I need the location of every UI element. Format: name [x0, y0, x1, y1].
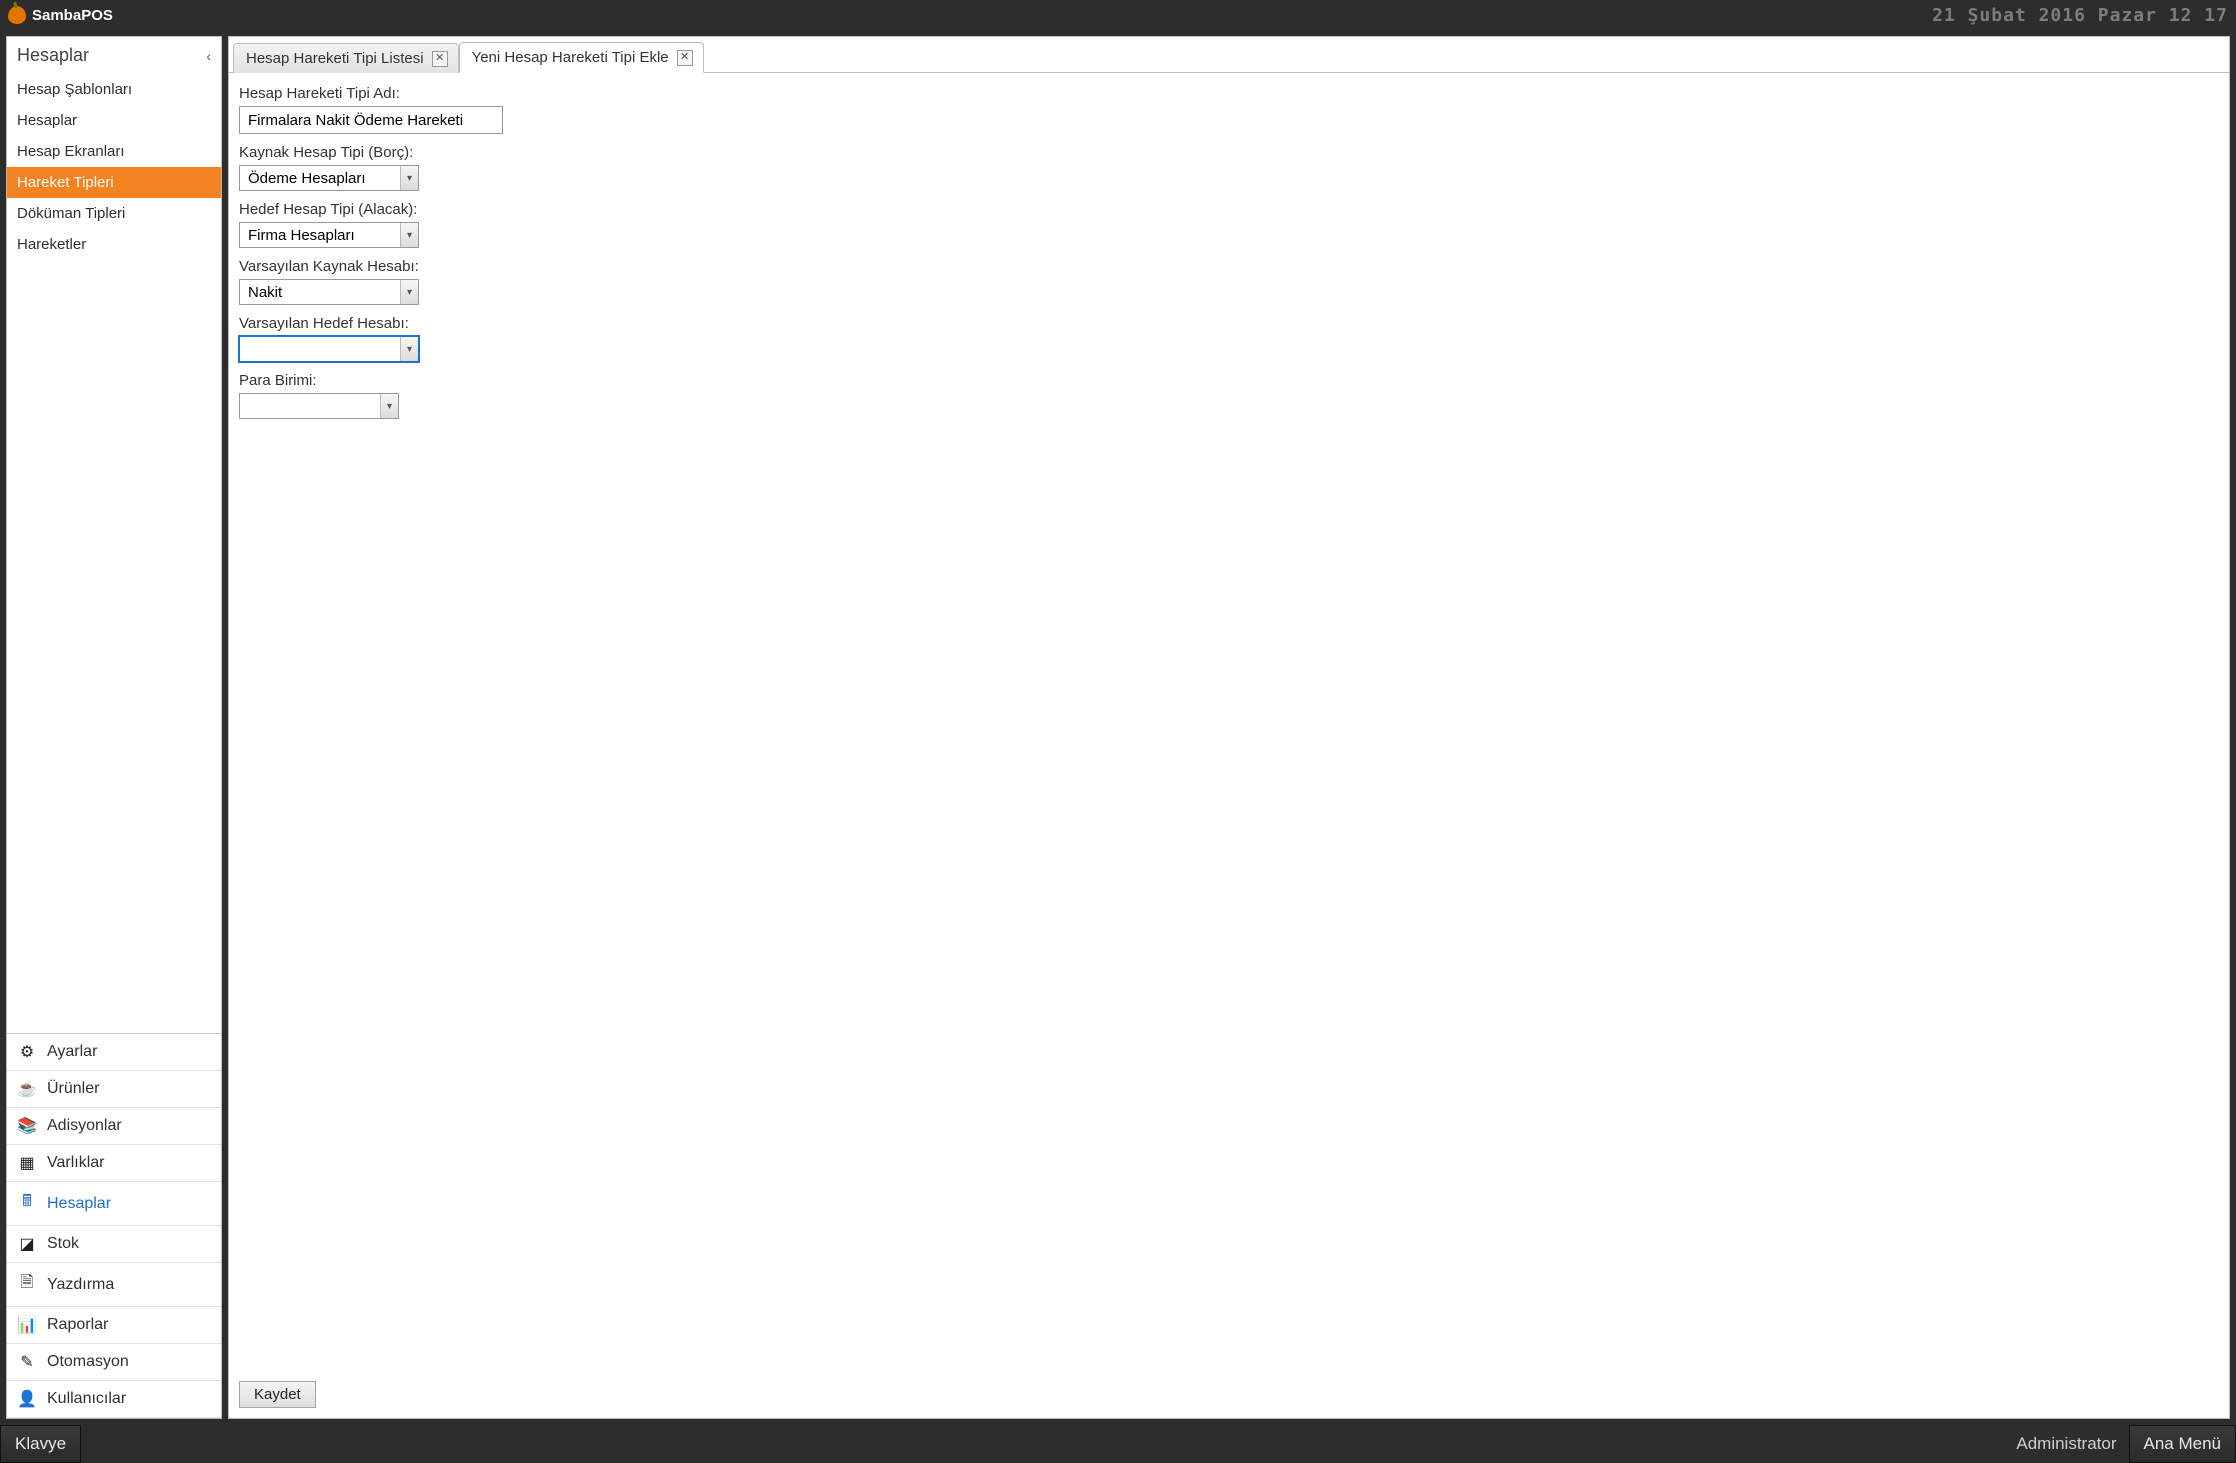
stock-icon	[17, 1234, 37, 1254]
tab-label: Yeni Hesap Hareketi Tipi Ekle	[472, 49, 669, 66]
chevron-left-icon[interactable]: ‹	[206, 48, 211, 64]
save-button[interactable]: Kaydet	[239, 1381, 316, 1408]
row-default-target: Varsayılan Hedef Hesabı: ▾	[239, 315, 2219, 362]
select-value[interactable]	[240, 337, 400, 361]
row-default-source: Varsayılan Kaynak Hesabı: ▾	[239, 258, 2219, 305]
titlebar: SambaPOS 21 Şubat 2016 Pazar 12 17	[0, 0, 2236, 30]
nav-label: Raporlar	[47, 1316, 108, 1334]
footer: Klavye Administrator Ana Menü	[0, 1425, 2236, 1463]
sidebar-item-hesap-ekranlari[interactable]: Hesap Ekranları	[7, 136, 221, 167]
main-menu-button[interactable]: Ana Menü	[2129, 1425, 2236, 1463]
select-currency[interactable]: ▾	[239, 393, 399, 419]
row-target-type: Hedef Hesap Tipi (Alacak): ▾	[239, 201, 2219, 248]
tab-hareket-tipi-listesi[interactable]: Hesap Hareketi Tipi Listesi ✕	[233, 43, 459, 73]
keyboard-button[interactable]: Klavye	[0, 1425, 81, 1463]
users-icon	[17, 1389, 37, 1409]
sidebar: Hesaplar ‹ Hesap Şablonları Hesaplar Hes…	[6, 36, 222, 1419]
app-logo: SambaPOS	[8, 6, 113, 24]
workspace: Hesaplar ‹ Hesap Şablonları Hesaplar Hes…	[0, 30, 2236, 1425]
close-icon[interactable]: ✕	[677, 50, 693, 66]
row-source-type: Kaynak Hesap Tipi (Borç): ▾	[239, 144, 2219, 191]
sidebar-title: Hesaplar	[17, 45, 89, 66]
print-icon	[17, 1271, 37, 1298]
automation-icon	[17, 1352, 37, 1372]
select-source-type[interactable]: ▾	[239, 165, 419, 191]
nav-label: Ürünler	[47, 1080, 99, 1098]
label-default-source: Varsayılan Kaynak Hesabı:	[239, 258, 2219, 275]
gear-icon	[17, 1042, 37, 1062]
books-icon	[17, 1116, 37, 1136]
form-area: Hesap Hareketi Tipi Adı: Kaynak Hesap Ti…	[229, 73, 2229, 1418]
chevron-down-icon[interactable]: ▾	[400, 166, 418, 190]
nav-label: Ayarlar	[47, 1043, 97, 1061]
sidebar-item-hesaplar[interactable]: Hesaplar	[7, 105, 221, 136]
label-source-type: Kaynak Hesap Tipi (Borç):	[239, 144, 2219, 161]
nav-label: Kullanıcılar	[47, 1390, 126, 1408]
grid-icon	[17, 1153, 37, 1173]
nav-label: Adisyonlar	[47, 1117, 122, 1135]
select-default-source[interactable]: ▾	[239, 279, 419, 305]
label-target-type: Hedef Hesap Tipi (Alacak):	[239, 201, 2219, 218]
nav-kullanicilar[interactable]: Kullanıcılar	[7, 1381, 221, 1418]
chevron-down-icon[interactable]: ▾	[380, 394, 398, 418]
select-value[interactable]	[240, 223, 400, 247]
row-currency: Para Birimi: ▾	[239, 372, 2219, 419]
tabstrip: Hesap Hareketi Tipi Listesi ✕ Yeni Hesap…	[229, 37, 2229, 73]
close-icon[interactable]: ✕	[432, 51, 448, 67]
chevron-down-icon[interactable]: ▾	[400, 337, 418, 361]
select-value[interactable]	[240, 394, 380, 418]
nav-adisyonlar[interactable]: Adisyonlar	[7, 1108, 221, 1145]
tab-yeni-hareket-tipi[interactable]: Yeni Hesap Hareketi Tipi Ekle ✕	[459, 42, 704, 73]
nav-label: Varlıklar	[47, 1154, 105, 1172]
nav-stok[interactable]: Stok	[7, 1226, 221, 1263]
sidebar-item-hesap-sablonlari[interactable]: Hesap Şablonları	[7, 74, 221, 105]
sidebar-item-hareketler[interactable]: Hareketler	[7, 229, 221, 260]
sidebar-main-nav: Ayarlar Ürünler Adisyonlar Varlıklar Hes…	[7, 1033, 221, 1418]
nav-raporlar[interactable]: Raporlar	[7, 1307, 221, 1344]
input-name[interactable]	[239, 106, 503, 134]
logo-icon	[8, 6, 26, 24]
nav-otomasyon[interactable]: Otomasyon	[7, 1344, 221, 1381]
tab-label: Hesap Hareketi Tipi Listesi	[246, 50, 424, 67]
select-value[interactable]	[240, 166, 400, 190]
app-name: SambaPOS	[32, 7, 113, 24]
label-currency: Para Birimi:	[239, 372, 2219, 389]
nav-hesaplar[interactable]: Hesaplar	[7, 1182, 221, 1226]
select-target-type[interactable]: ▾	[239, 222, 419, 248]
nav-label: Hesaplar	[47, 1195, 111, 1213]
sidebar-item-hareket-tipleri[interactable]: Hareket Tipleri	[7, 167, 221, 198]
row-name: Hesap Hareketi Tipi Adı:	[239, 85, 2219, 134]
nav-label: Otomasyon	[47, 1353, 129, 1371]
nav-label: Stok	[47, 1235, 79, 1253]
select-value[interactable]	[240, 280, 400, 304]
nav-urunler[interactable]: Ürünler	[7, 1071, 221, 1108]
label-default-target: Varsayılan Hedef Hesabı:	[239, 315, 2219, 332]
clock: 21 Şubat 2016 Pazar 12 17	[1932, 5, 2228, 26]
nav-yazdirma[interactable]: Yazdırma	[7, 1263, 221, 1307]
chevron-down-icon[interactable]: ▾	[400, 280, 418, 304]
coffee-icon	[17, 1079, 37, 1099]
select-default-target[interactable]: ▾	[239, 336, 419, 362]
calculator-icon	[17, 1190, 37, 1217]
sidebar-item-dokuman-tipleri[interactable]: Döküman Tipleri	[7, 198, 221, 229]
sidebar-header[interactable]: Hesaplar ‹	[7, 37, 221, 74]
current-user: Administrator	[2004, 1425, 2128, 1463]
sidebar-sublist: Hesap Şablonları Hesaplar Hesap Ekranlar…	[7, 74, 221, 260]
report-icon	[17, 1315, 37, 1335]
nav-varliklar[interactable]: Varlıklar	[7, 1145, 221, 1182]
nav-label: Yazdırma	[47, 1276, 114, 1294]
label-name: Hesap Hareketi Tipi Adı:	[239, 85, 2219, 102]
content-panel: Hesap Hareketi Tipi Listesi ✕ Yeni Hesap…	[228, 36, 2230, 1419]
nav-ayarlar[interactable]: Ayarlar	[7, 1034, 221, 1071]
chevron-down-icon[interactable]: ▾	[400, 223, 418, 247]
